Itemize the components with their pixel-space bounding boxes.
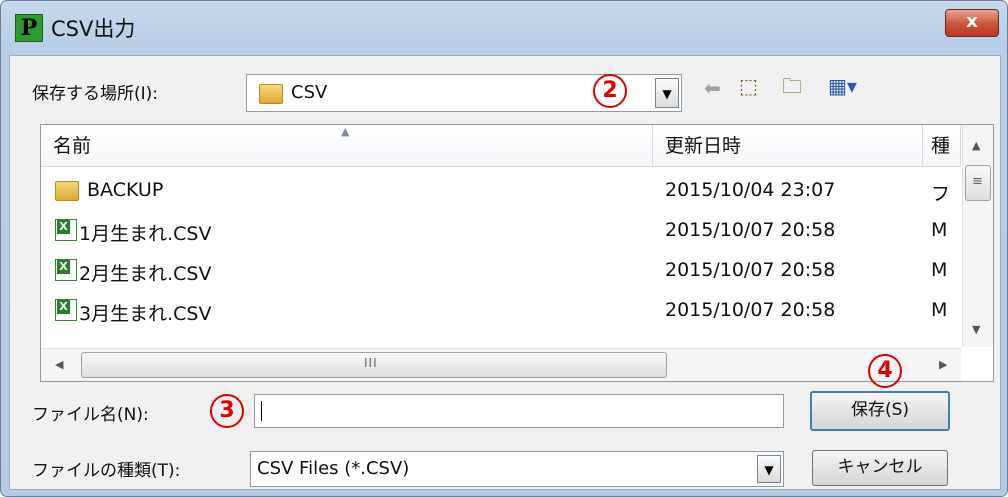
folder-icon: [259, 84, 283, 104]
window-title: CSV出力: [51, 17, 136, 41]
file-row[interactable]: 1月生まれ.CSV 2015/10/07 20:58 M: [41, 211, 961, 251]
grip-icon: ≡: [972, 174, 983, 189]
save-location-value: CSV: [291, 82, 328, 103]
annotation-4: 4: [868, 354, 902, 388]
file-list[interactable]: 名前 ▲ 更新日時 種 BACKUP 2015/10/04 23:07 フ 1月…: [40, 124, 994, 382]
excel-csv-icon: [55, 219, 77, 241]
dialog-client-area: 保存する場所(I): CSV ▼ 2 ⬅ ⬚ 🗀 ▦▾ 名前 ▲ 更新日時 種 …: [9, 55, 1001, 490]
grip-icon: III: [364, 356, 378, 370]
file-type: M: [931, 219, 948, 241]
file-name: BACKUP: [87, 179, 164, 201]
vertical-scrollbar[interactable]: ▲ ≡ ▼: [962, 125, 993, 347]
text-caret: [261, 401, 262, 421]
view-menu-icon[interactable]: ▦▾: [828, 74, 857, 98]
excel-csv-icon: [55, 259, 77, 281]
file-name-input[interactable]: [254, 394, 784, 428]
app-icon: P: [15, 14, 43, 42]
save-button[interactable]: 保存(S): [810, 391, 950, 431]
file-modified: 2015/10/07 20:58: [665, 299, 836, 321]
file-type-select[interactable]: CSV Files (*.CSV) ▼: [250, 451, 784, 487]
scroll-right-arrow-icon[interactable]: ▶: [939, 358, 947, 371]
sort-up-icon: ▲: [341, 125, 350, 138]
file-type: フ: [931, 183, 951, 205]
new-folder-icon[interactable]: 🗀: [782, 72, 802, 106]
file-type: M: [931, 259, 948, 281]
save-location-label: 保存する場所(I):: [32, 84, 159, 104]
file-name-label: ファイル名(N):: [32, 405, 149, 425]
save-dialog-window: P CSV出力 x 保存する場所(I): CSV ▼ 2 ⬅ ⬚ 🗀 ▦▾ 名前…: [0, 0, 1008, 497]
up-folder-icon[interactable]: ⬚: [739, 74, 758, 98]
column-header-type[interactable]: 種: [923, 125, 961, 167]
file-row[interactable]: 2月生まれ.CSV 2015/10/07 20:58 M: [41, 251, 961, 291]
chevron-down-icon[interactable]: ▼: [757, 455, 781, 483]
scroll-left-arrow-icon[interactable]: ◀: [55, 358, 63, 371]
file-modified: 2015/10/07 20:58: [665, 219, 836, 241]
close-button[interactable]: x: [945, 9, 999, 37]
excel-csv-icon: [55, 299, 77, 321]
column-header-name[interactable]: 名前 ▲: [41, 125, 653, 167]
horizontal-scrollbar[interactable]: ◀ III ▶: [41, 348, 961, 381]
vertical-scroll-thumb[interactable]: ≡: [965, 165, 991, 201]
file-row[interactable]: BACKUP 2015/10/04 23:07 フ: [41, 171, 961, 211]
annotation-3: 3: [210, 394, 244, 428]
file-name: 2月生まれ.CSV: [79, 263, 212, 285]
scroll-up-arrow-icon[interactable]: ▲: [972, 139, 980, 152]
file-modified: 2015/10/04 23:07: [665, 179, 836, 201]
file-name: 1月生まれ.CSV: [79, 223, 212, 245]
file-type: M: [931, 299, 948, 321]
cancel-button[interactable]: キャンセル: [812, 450, 948, 486]
chevron-down-icon[interactable]: ▼: [655, 78, 679, 108]
column-header-modified[interactable]: 更新日時: [653, 125, 923, 167]
back-arrow-icon[interactable]: ⬅: [704, 76, 721, 100]
file-row[interactable]: 3月生まれ.CSV 2015/10/07 20:58 M: [41, 291, 961, 331]
annotation-2: 2: [593, 74, 627, 108]
folder-icon: [55, 181, 79, 201]
file-modified: 2015/10/07 20:58: [665, 259, 836, 281]
title-bar[interactable]: P CSV出力 x: [1, 1, 1007, 55]
file-type-value: CSV Files (*.CSV): [257, 458, 410, 479]
file-type-label: ファイルの種類(T):: [32, 461, 181, 481]
scroll-down-arrow-icon[interactable]: ▼: [972, 323, 980, 336]
file-name: 3月生まれ.CSV: [79, 303, 212, 325]
column-header-name-label: 名前: [53, 135, 92, 157]
horizontal-scroll-thumb[interactable]: III: [81, 352, 667, 378]
